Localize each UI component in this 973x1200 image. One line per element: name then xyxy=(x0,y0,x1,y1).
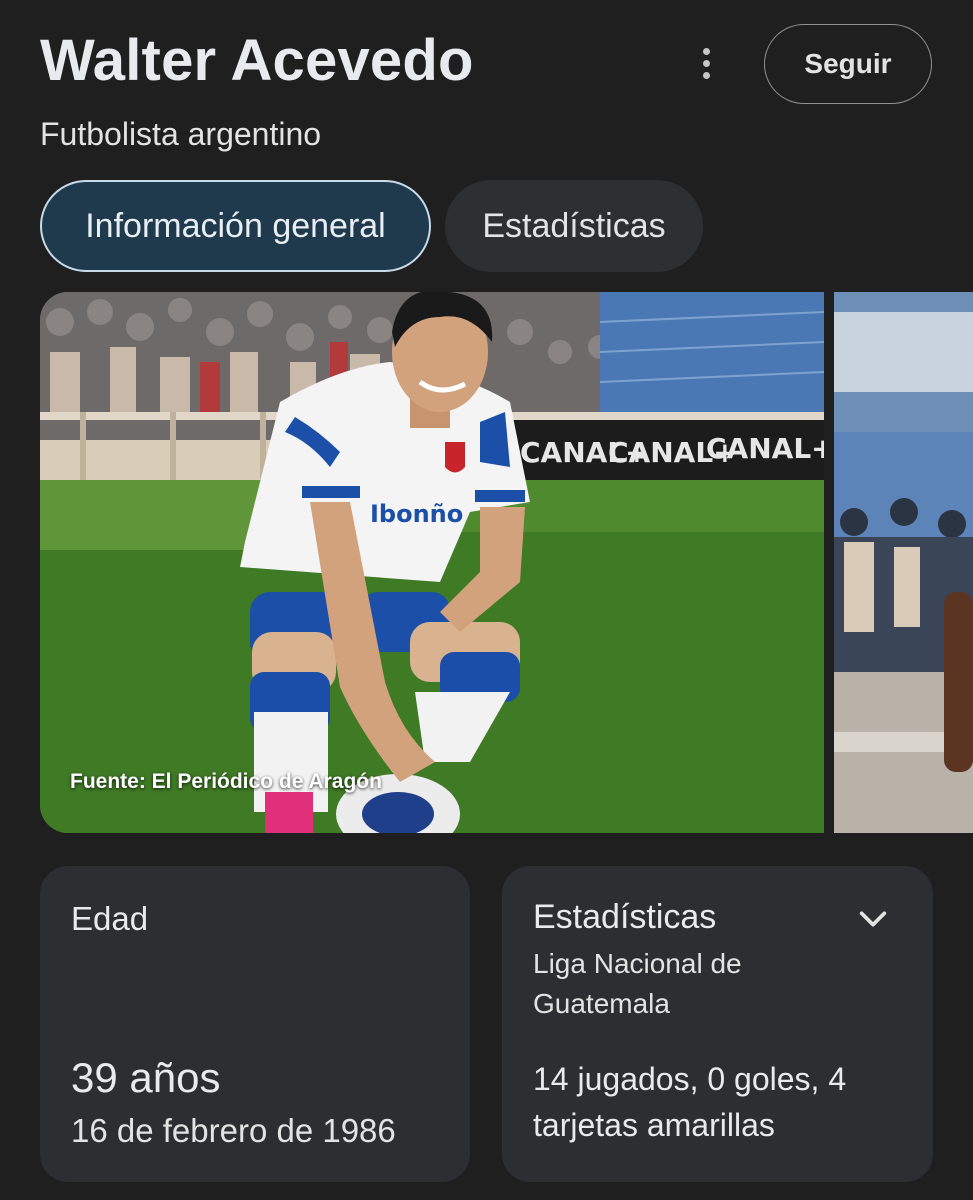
image-carousel[interactable]: CANAL+ CANAL+ CANAL+ Ibonño Fuente: El P… xyxy=(40,292,973,833)
stats-league: Liga Nacional de Guatemala xyxy=(533,948,742,1019)
svg-text:CANAL+: CANAL+ xyxy=(706,432,824,465)
age-label: Edad xyxy=(71,900,149,937)
follow-button[interactable]: Seguir xyxy=(764,24,932,104)
secondary-photo-image xyxy=(834,292,973,833)
birth-date: 16 de febrero de 1986 xyxy=(71,1112,396,1149)
secondary-photo[interactable] xyxy=(834,292,973,833)
player-photo-image: CANAL+ CANAL+ CANAL+ Ibonño xyxy=(40,292,824,833)
knowledge-panel-header: Walter Acevedo Seguir xyxy=(40,24,933,114)
svg-text:Ibonño: Ibonño xyxy=(370,500,463,528)
stats-summary: 14 jugados, 0 goles, 4 tarjetas amarilla… xyxy=(533,1061,847,1143)
age-card[interactable]: Edad 39 años 16 de febrero de 1986 xyxy=(40,866,470,1182)
chevron-down-icon[interactable] xyxy=(856,902,890,936)
player-photo[interactable]: CANAL+ CANAL+ CANAL+ Ibonño Fuente: El P… xyxy=(40,292,824,833)
age-value: 39 años xyxy=(71,1054,221,1101)
stats-card-title: Estadísticas xyxy=(533,898,717,936)
tab-bar: Información general Estadísticas xyxy=(40,180,703,272)
more-vert-icon xyxy=(702,47,710,55)
entity-title: Walter Acevedo xyxy=(40,28,474,93)
tab-informacion-general[interactable]: Información general xyxy=(40,180,431,272)
image-source-caption: Fuente: El Periódico de Aragón xyxy=(70,770,382,793)
stats-card[interactable]: Estadísticas Liga Nacional de Guatemala … xyxy=(502,866,933,1182)
entity-subtitle: Futbolista argentino xyxy=(40,116,322,152)
tab-estadisticas[interactable]: Estadísticas xyxy=(445,180,703,272)
more-options-button[interactable] xyxy=(688,38,724,88)
